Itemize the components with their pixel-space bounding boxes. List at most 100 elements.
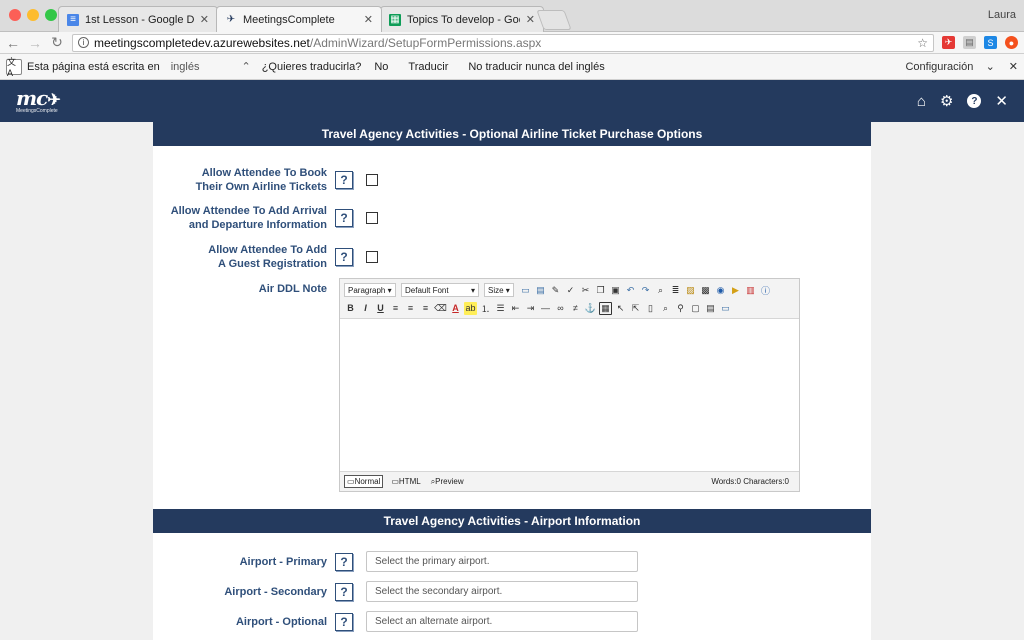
pointer-icon[interactable]: ↖ — [614, 302, 627, 315]
tab-title: MeetingsComplete — [243, 13, 335, 26]
paragraph-format-icon[interactable]: ≣ — [669, 284, 682, 297]
airport-secondary-input[interactable] — [366, 581, 638, 602]
airport-optional-input[interactable] — [366, 611, 638, 632]
undo-icon[interactable]: ↶ — [624, 284, 637, 297]
cut-icon[interactable]: ✂ — [579, 284, 592, 297]
font-color-icon[interactable]: A — [449, 302, 462, 315]
align-left-icon[interactable]: ≡ — [389, 302, 402, 315]
air-ddl-note-label: Air DDL Note — [258, 283, 327, 295]
template-icon[interactable]: ▢ — [689, 302, 702, 315]
app-logo[interactable]: mc✈ MeetingsComplete — [16, 88, 61, 114]
insert-table-icon[interactable]: ▦ — [599, 301, 612, 315]
never-translate-button[interactable]: No traducir nunca del inglés — [461, 59, 611, 75]
close-icon[interactable]: ✕ — [995, 92, 1008, 110]
guest-registration-checkbox[interactable] — [366, 251, 378, 263]
forward-icon[interactable]: → — [28, 35, 42, 51]
spellcheck-icon[interactable]: ✓ — [564, 284, 577, 297]
home-icon[interactable]: ⌂ — [917, 93, 926, 110]
minimize-window-button[interactable] — [27, 9, 39, 21]
font-select[interactable]: Default Font ▾ — [401, 283, 479, 297]
align-right-icon[interactable]: ≡ — [419, 302, 432, 315]
profile-name[interactable]: Laura — [988, 9, 1016, 21]
section-header-airline: Travel Agency Activities - Optional Airl… — [153, 122, 871, 146]
maximize-window-button[interactable] — [45, 9, 57, 21]
no-button[interactable]: No — [367, 59, 395, 75]
extension-icon[interactable]: ● — [1005, 36, 1018, 49]
find-icon[interactable]: ⌕ — [654, 284, 667, 297]
editor-help-icon[interactable]: ⓘ — [759, 284, 772, 297]
insert-video-icon[interactable]: ▶ — [729, 284, 742, 297]
insert-form-icon[interactable]: ▭ — [519, 284, 532, 297]
help-button[interactable]: ? — [335, 612, 353, 631]
insert-layer-icon[interactable]: ▤ — [534, 284, 547, 297]
close-tab-icon[interactable]: ✕ — [200, 13, 209, 26]
arrival-departure-checkbox[interactable] — [366, 212, 378, 224]
editor-content-area[interactable] — [340, 319, 799, 471]
format-painter-icon[interactable]: ✎ — [549, 284, 562, 297]
form-icon[interactable]: ▭ — [719, 302, 732, 315]
paragraph-select[interactable]: Paragraph ▾ — [344, 283, 396, 297]
help-button[interactable]: ? — [335, 582, 353, 601]
extension-icon[interactable]: ▤ — [963, 36, 976, 49]
find-replace-icon[interactable]: ⚲ — [674, 302, 687, 315]
indent-icon[interactable]: ⇥ — [524, 302, 537, 315]
unlink-icon[interactable]: ≠ — [569, 302, 582, 315]
bookmark-star-icon[interactable]: ☆ — [917, 36, 928, 50]
gear-icon[interactable]: ⚙ — [940, 92, 953, 110]
insert-box-icon[interactable]: ▤ — [704, 302, 717, 315]
browser-tab-meetingscomplete[interactable]: ✈ MeetingsComplete ✕ — [216, 6, 382, 32]
html-mode-icon: ▭ — [391, 477, 399, 486]
anchor-icon[interactable]: ⚓ — [584, 302, 597, 315]
help-icon[interactable]: ? — [967, 94, 982, 108]
normal-mode-tab[interactable]: ▭Normal — [344, 475, 384, 488]
horizontal-rule-icon[interactable]: — — [539, 302, 552, 315]
bold-icon[interactable]: B — [344, 302, 357, 315]
html-mode-tab[interactable]: ▭HTML — [389, 476, 422, 487]
outdent-icon[interactable]: ⇤ — [509, 302, 522, 315]
eraser-icon[interactable]: ⌫ — [434, 302, 447, 315]
language-select[interactable]: inglés ⌃ — [168, 59, 254, 75]
bullet-list-icon[interactable]: ☰ — [494, 302, 507, 315]
help-button[interactable]: ? — [335, 248, 353, 266]
insert-media-icon[interactable]: ▩ — [699, 284, 712, 297]
paste-icon[interactable]: ▣ — [609, 284, 622, 297]
help-button[interactable]: ? — [335, 209, 353, 227]
translate-button[interactable]: Traducir — [401, 59, 455, 75]
browser-tab-docs[interactable]: ≡ 1st Lesson - Google Docs ✕ — [58, 6, 218, 32]
close-window-button[interactable] — [9, 9, 21, 21]
back-icon[interactable]: ← — [6, 35, 20, 51]
config-dropdown[interactable]: Configuración ⌄ — [905, 60, 994, 73]
chevron-updown-icon: ⌃ — [241, 61, 251, 73]
insert-flash-icon[interactable]: ◉ — [714, 284, 727, 297]
new-page-icon[interactable]: ▯ — [644, 302, 657, 315]
new-tab-button[interactable] — [536, 10, 572, 30]
ordered-list-icon[interactable]: ⒈ — [479, 302, 492, 315]
align-center-icon[interactable]: ≡ — [404, 302, 417, 315]
extension-icon[interactable]: ✈ — [942, 36, 955, 49]
highlight-icon[interactable]: ab — [464, 301, 477, 315]
reload-icon[interactable]: ↻ — [50, 34, 64, 51]
insert-document-icon[interactable]: ▥ — [744, 284, 757, 297]
airport-primary-input[interactable] — [366, 551, 638, 572]
size-select[interactable]: Size ▾ — [484, 283, 514, 297]
close-tab-icon[interactable]: ✕ — [526, 13, 535, 26]
close-tab-icon[interactable]: ✕ — [364, 13, 373, 26]
preview-mode-tab[interactable]: ⌕Preview — [429, 476, 466, 488]
underline-icon[interactable]: U — [374, 302, 387, 315]
book-tickets-checkbox[interactable] — [366, 174, 378, 186]
italic-icon[interactable]: I — [359, 302, 372, 315]
extension-icon[interactable]: S — [984, 36, 997, 49]
redo-icon[interactable]: ↷ — [639, 284, 652, 297]
help-button[interactable]: ? — [335, 171, 353, 189]
browser-tab-sheets[interactable]: ▦ Topics To develop - Google Sh ✕ — [380, 6, 544, 32]
option-row-guest-registration: Allow Attendee To Add A Guest Registratio… — [153, 243, 871, 271]
preview-icon[interactable]: ⌕ — [659, 302, 672, 315]
select-icon[interactable]: ⇱ — [629, 302, 642, 315]
address-bar[interactable]: i meetingscompletedev.azurewebsites.net /… — [72, 33, 934, 52]
info-icon[interactable]: i — [78, 37, 89, 48]
close-icon[interactable]: ✕ — [1009, 60, 1018, 73]
link-icon[interactable]: ∞ — [554, 302, 567, 315]
insert-image-icon[interactable]: ▨ — [684, 284, 697, 297]
help-button[interactable]: ? — [335, 552, 353, 571]
copy-icon[interactable]: ❐ — [594, 284, 607, 297]
